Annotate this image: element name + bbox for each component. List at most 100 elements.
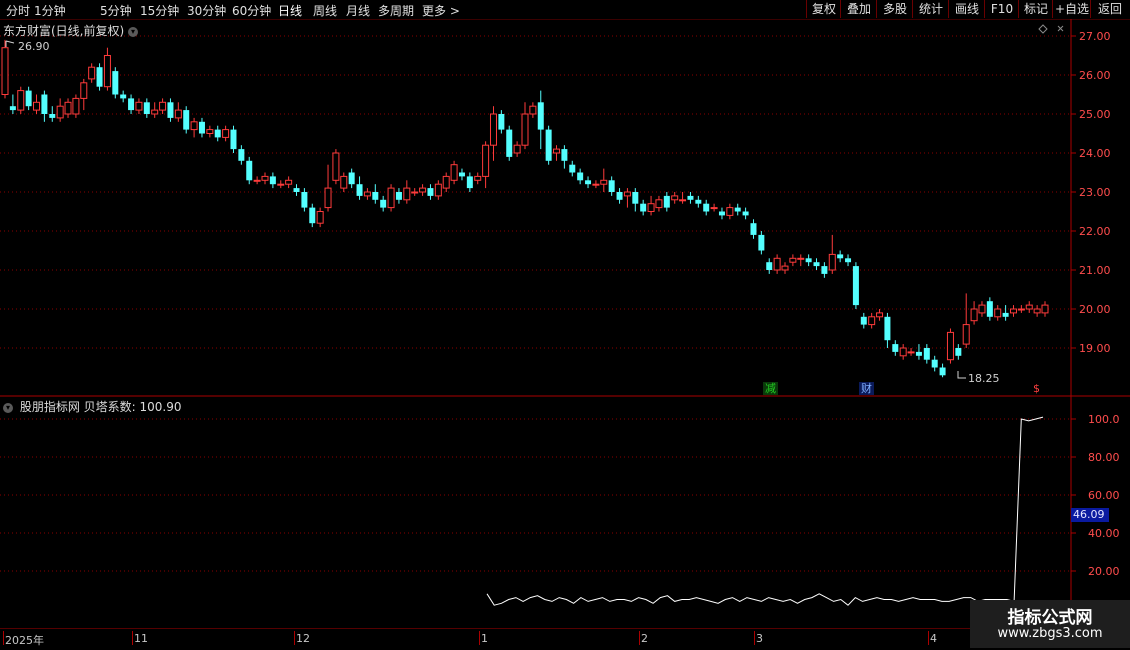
candle xyxy=(372,184,379,204)
candle-body xyxy=(577,172,584,181)
timeframe-tab-2[interactable]: 5分钟 xyxy=(100,2,132,19)
event-badge-0[interactable]: 减 xyxy=(763,382,778,395)
candle xyxy=(687,192,694,204)
candle-body xyxy=(813,262,820,267)
candle-body xyxy=(348,172,355,185)
candle xyxy=(986,297,993,321)
candle-body xyxy=(537,102,544,130)
candle xyxy=(301,188,308,212)
candle-body xyxy=(718,211,725,216)
current-value-box: 46.09 xyxy=(1071,508,1109,522)
y-tick-label: 19.00 xyxy=(1079,342,1111,355)
candle-body xyxy=(758,234,765,251)
timeframe-tab-4[interactable]: 30分钟 xyxy=(187,2,226,19)
candle-body xyxy=(103,55,111,88)
candle-body xyxy=(277,183,285,186)
chevron-down-icon[interactable]: ▾ xyxy=(3,402,13,413)
candle xyxy=(332,149,340,185)
toolbar-button-1[interactable]: 叠加 xyxy=(840,0,877,18)
candle-body xyxy=(17,90,25,111)
event-badge-1[interactable]: 财 xyxy=(859,382,874,395)
candle xyxy=(876,309,884,321)
candle xyxy=(72,94,80,118)
candle-body xyxy=(647,203,655,212)
toolbar-button-2[interactable]: 多股 xyxy=(876,0,913,18)
toolbar-button-3[interactable]: 统计 xyxy=(912,0,949,18)
candle-body xyxy=(419,187,427,193)
candle xyxy=(923,344,930,364)
candle xyxy=(316,207,324,228)
candle-body xyxy=(222,129,230,138)
candle-body xyxy=(167,102,174,118)
timeframe-tab-1[interactable]: 1分钟 xyxy=(34,2,66,19)
candle-body xyxy=(750,223,757,235)
candle-body xyxy=(135,101,143,111)
candle xyxy=(285,176,293,189)
candle-body xyxy=(931,359,938,368)
event-badge-2[interactable]: $ xyxy=(1031,382,1042,395)
candle xyxy=(561,145,568,169)
candle xyxy=(103,47,111,91)
candle xyxy=(482,141,490,189)
candle-body xyxy=(781,265,789,271)
date-label-1: 11 xyxy=(134,632,148,645)
low-price-label: 18.25 xyxy=(968,372,1000,385)
candle xyxy=(600,168,608,192)
candle-body xyxy=(845,258,852,263)
toolbar-button-4[interactable]: 画线 xyxy=(948,0,985,18)
candle xyxy=(513,141,521,157)
y-tick-label: 26.00 xyxy=(1079,69,1111,82)
candle-body xyxy=(805,258,812,263)
candle-body xyxy=(96,67,103,87)
y-tick-label: 21.00 xyxy=(1079,264,1111,277)
candle xyxy=(671,192,679,204)
timeframe-tab-0[interactable]: 分时 xyxy=(6,2,30,19)
timeframe-tab-9[interactable]: 多周期 xyxy=(378,2,414,19)
candle-body xyxy=(1017,308,1025,311)
candle xyxy=(340,172,348,192)
beta-indicator-chart[interactable]: 100.0 80.00 60.00 40.00 20.00 xyxy=(0,397,1130,629)
candle-body xyxy=(695,199,702,204)
candle xyxy=(427,184,434,200)
candle-body xyxy=(585,180,592,185)
candle xyxy=(978,301,986,317)
candle-body xyxy=(640,203,647,212)
toolbar-button-0[interactable]: 复权 xyxy=(806,0,841,18)
candle xyxy=(718,207,725,220)
high-price-label: 26.90 xyxy=(18,40,50,53)
candle xyxy=(387,184,395,212)
candle xyxy=(742,207,749,220)
timeframe-tab-5[interactable]: 60分钟 xyxy=(232,2,271,19)
candle xyxy=(852,262,859,309)
toolbar-button-6[interactable]: 标记 xyxy=(1018,0,1053,18)
timeframe-tab-7[interactable]: 周线 xyxy=(313,2,337,19)
candle-body xyxy=(316,211,324,224)
timeframe-tab-3[interactable]: 15分钟 xyxy=(140,2,179,19)
candle-body xyxy=(608,180,615,192)
candle-body xyxy=(1033,308,1041,314)
candle-body xyxy=(324,187,332,209)
toolbar-button-8[interactable]: 返回 xyxy=(1090,0,1129,18)
chevron-down-icon[interactable]: ▾ xyxy=(128,26,139,37)
candle-body xyxy=(907,351,915,354)
candle-body xyxy=(521,113,529,146)
candle xyxy=(466,172,473,192)
toolbar-button-7[interactable]: +自选 xyxy=(1052,0,1091,18)
y-tick-label: 24.00 xyxy=(1079,147,1111,160)
candle-body xyxy=(293,188,300,192)
candle-body xyxy=(128,98,135,111)
y-tick-label: 20.00 xyxy=(1079,303,1111,316)
candle xyxy=(246,156,253,185)
toolbar-button-5[interactable]: F10 xyxy=(984,0,1019,18)
candlestick-chart[interactable]: 27.00 26.00 25.00 24.00 23.00 22.00 21.00 20.00… xyxy=(0,19,1130,414)
candle-body xyxy=(994,308,1002,318)
candle xyxy=(946,328,954,364)
date-label-2: 12 xyxy=(296,632,310,645)
timeframe-tab-10[interactable]: 更多 > xyxy=(422,2,460,19)
timeframe-tab-8[interactable]: 月线 xyxy=(346,2,370,19)
candle xyxy=(1009,305,1017,317)
candle-body xyxy=(474,175,482,181)
candle-body xyxy=(190,121,198,131)
candle-body xyxy=(442,175,450,189)
timeframe-tab-6[interactable]: 日线 xyxy=(278,2,302,19)
